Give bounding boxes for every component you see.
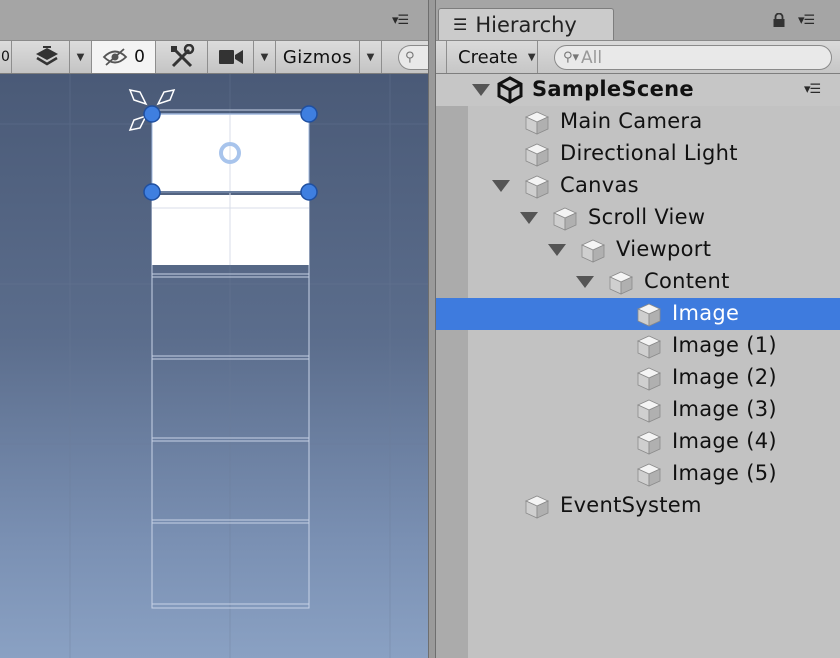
- scene-header-row[interactable]: SampleScene ▾☰: [436, 74, 840, 106]
- hierarchy-row[interactable]: Directional Light: [436, 138, 840, 170]
- hierarchy-row[interactable]: Viewport: [436, 234, 840, 266]
- scene-view-canvas[interactable]: [0, 74, 431, 658]
- scene-panel-menu-icon[interactable]: ▾☰: [392, 13, 409, 28]
- corner-handle-bottom-left[interactable]: [143, 183, 161, 201]
- gameobject-cube-icon: [637, 303, 661, 327]
- hierarchy-row[interactable]: Image (5): [436, 458, 840, 490]
- create-button[interactable]: Create ▼: [446, 41, 538, 73]
- hierarchy-row[interactable]: Image (3): [436, 394, 840, 426]
- hierarchy-row-label: Image: [672, 301, 740, 325]
- hierarchy-row-label: Content: [644, 269, 730, 293]
- hierarchy-row-label: Main Camera: [560, 109, 703, 133]
- scene-camera-dropdown-arrow[interactable]: ▼: [254, 41, 276, 73]
- hierarchy-row-label: Image (2): [672, 365, 777, 389]
- gameobject-cube-icon: [525, 495, 549, 519]
- camera-icon: [218, 50, 243, 64]
- effects-button[interactable]: [156, 41, 208, 73]
- eye-hidden-icon: [102, 48, 128, 66]
- search-icon: ⚲▾: [563, 50, 580, 65]
- hierarchy-row[interactable]: Image: [436, 298, 840, 330]
- panel-splitter[interactable]: [428, 0, 436, 658]
- layers-button[interactable]: [24, 41, 70, 73]
- gameobject-cube-icon: [637, 463, 661, 487]
- hierarchy-row[interactable]: Canvas: [436, 170, 840, 202]
- list-icon: ☰: [453, 15, 468, 34]
- foldout-expanded-icon[interactable]: [520, 212, 538, 224]
- hierarchy-tabstrip: ☰ Hierarchy ▾☰: [436, 0, 840, 40]
- search-icon: ⚲: [405, 50, 415, 65]
- gameobject-cube-icon: [525, 175, 549, 199]
- hierarchy-row-label: Canvas: [560, 173, 639, 197]
- foldout-expanded-icon[interactable]: [576, 276, 594, 288]
- tools-icon: [170, 44, 194, 68]
- gameobject-cube-icon: [553, 207, 577, 231]
- hierarchy-row[interactable]: Content: [436, 266, 840, 298]
- foldout-expanded-icon[interactable]: [492, 180, 510, 192]
- scene-options-menu-icon[interactable]: ▾☰: [804, 82, 821, 97]
- gameobject-cube-icon: [525, 111, 549, 135]
- gameobject-cube-icon: [581, 239, 605, 263]
- unity-scene-icon: [497, 76, 523, 104]
- gizmos-button[interactable]: Gizmos: [276, 41, 360, 73]
- gameobject-cube-icon: [609, 271, 633, 295]
- gizmos-dropdown-arrow[interactable]: ▼: [360, 41, 382, 73]
- hierarchy-row[interactable]: Main Camera: [436, 106, 840, 138]
- create-button-label: Create: [458, 46, 518, 68]
- hierarchy-row[interactable]: EventSystem: [436, 490, 840, 522]
- layers-icon: [35, 46, 58, 66]
- hierarchy-row[interactable]: Image (2): [436, 362, 840, 394]
- chevron-down-icon: ▼: [527, 51, 536, 63]
- layers-dropdown-arrow[interactable]: ▼: [70, 41, 92, 73]
- scene-camera-button[interactable]: [208, 41, 254, 73]
- hierarchy-panel-menu-icon[interactable]: ▾☰: [798, 13, 815, 28]
- hierarchy-row-label: Image (1): [672, 333, 777, 357]
- hierarchy-row-label: Directional Light: [560, 141, 738, 165]
- hierarchy-tab-title: Hierarchy: [475, 12, 577, 37]
- scene-tabstrip: ▾☰: [0, 0, 431, 40]
- scene-visibility-toggle[interactable]: 0: [92, 41, 156, 73]
- shading-mode-dropdown[interactable]: 0: [0, 41, 12, 73]
- hierarchy-panel: ☰ Hierarchy ▾☰ Create ▼ ⚲▾ All SampleSce…: [436, 0, 840, 658]
- scene-toolbar: 0 ▼ 0 ▼ Gizmos ▼ ⚲: [0, 40, 432, 74]
- dropdown-cutoff-text: 0: [1, 49, 10, 65]
- scene-view[interactable]: [0, 74, 431, 658]
- hierarchy-row-label: Image (4): [672, 429, 777, 453]
- search-placeholder: All: [581, 47, 603, 68]
- gameobject-cube-icon: [637, 367, 661, 391]
- hierarchy-row[interactable]: Image (1): [436, 330, 840, 362]
- foldout-expanded-icon[interactable]: [472, 84, 490, 96]
- scene-search-field[interactable]: ⚲: [398, 45, 432, 70]
- gameobject-cube-icon: [637, 335, 661, 359]
- hierarchy-row-label: Image (3): [672, 397, 777, 421]
- gizmos-label: Gizmos: [282, 46, 353, 68]
- hierarchy-row-label: Image (5): [672, 461, 777, 485]
- hierarchy-search-input[interactable]: ⚲▾ All: [554, 45, 832, 70]
- hierarchy-tab[interactable]: ☰ Hierarchy: [438, 8, 614, 40]
- lock-icon[interactable]: [772, 13, 786, 27]
- gameobject-cube-icon: [637, 431, 661, 455]
- hierarchy-row-label: Scroll View: [588, 205, 706, 229]
- hierarchy-row-label: EventSystem: [560, 493, 702, 517]
- hierarchy-row[interactable]: Image (4): [436, 426, 840, 458]
- hierarchy-row-label: Viewport: [616, 237, 712, 261]
- hidden-objects-count: 0: [134, 47, 145, 67]
- corner-handle-bottom-right[interactable]: [300, 183, 318, 201]
- scene-name: SampleScene: [532, 77, 694, 101]
- hierarchy-toolbar: Create ▼ ⚲▾ All: [436, 40, 840, 74]
- hierarchy-row[interactable]: Scroll View: [436, 202, 840, 234]
- scene-panel: ▾☰ 0 ▼ 0 ▼ Gizmos ▼ ⚲: [0, 0, 432, 658]
- corner-handle-top-left[interactable]: [143, 105, 161, 123]
- gameobject-cube-icon: [637, 399, 661, 423]
- corner-handle-top-right[interactable]: [300, 105, 318, 123]
- gameobject-cube-icon: [525, 143, 549, 167]
- hierarchy-tree[interactable]: SampleScene ▾☰ Main Camera Directional Li…: [436, 74, 840, 658]
- foldout-expanded-icon[interactable]: [548, 244, 566, 256]
